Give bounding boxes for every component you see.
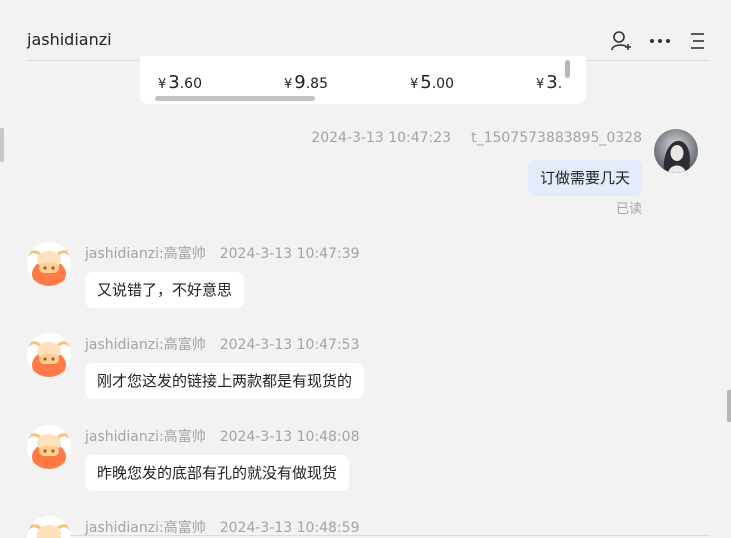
right-scrollbar-thumb[interactable] xyxy=(727,390,731,422)
more-icon[interactable] xyxy=(647,28,673,54)
product-price: ¥3. xyxy=(536,72,563,93)
message-timestamp: 2024-3-13 10:47:53 xyxy=(219,337,360,353)
composer-divider xyxy=(70,535,710,536)
chat-header: jashidianzi xyxy=(0,0,731,62)
sender-name[interactable]: t_1507573883895_0328 xyxy=(471,130,642,146)
message-timestamp: 2024-3-13 10:47:39 xyxy=(219,246,360,262)
sender-name[interactable]: jashidianzi:高富帅 xyxy=(85,520,206,536)
message-bubble[interactable]: 又说错了，不好意思 xyxy=(85,272,245,308)
message-timestamp: 2024-3-13 10:48:08 xyxy=(219,429,360,445)
sender-name[interactable]: jashidianzi:高富帅 xyxy=(85,429,206,445)
left-panel-handle[interactable] xyxy=(0,128,4,162)
menu-icon[interactable] xyxy=(684,28,710,54)
add-user-icon[interactable] xyxy=(608,28,634,54)
product-price: ¥9.85 xyxy=(284,72,328,93)
self-message-meta: 2024-3-13 10:47:23 t_1507573883895_0328 xyxy=(311,130,642,146)
avatar[interactable] xyxy=(27,516,71,538)
message-timestamp: 2024-3-13 10:48:59 xyxy=(219,520,360,536)
read-status: 已读 xyxy=(615,202,642,217)
product-price: ¥5.00 xyxy=(410,72,454,93)
sender-name[interactable]: jashidianzi:高富帅 xyxy=(85,337,206,353)
avatar[interactable] xyxy=(27,242,71,286)
message-timestamp: 2024-3-13 10:47:23 xyxy=(311,130,452,146)
sender-name[interactable]: jashidianzi:高富帅 xyxy=(85,246,206,262)
message-bubble[interactable]: 昨晚您发的底部有孔的就没有做现货 xyxy=(85,455,350,491)
price-card-horizontal-scrollbar[interactable] xyxy=(155,96,315,101)
avatar[interactable] xyxy=(27,333,71,377)
product-price-card[interactable]: ¥3.60 ¥9.85 ¥5.00 ¥3. xyxy=(140,56,586,104)
chat-title: jashidianzi xyxy=(27,30,112,49)
message-meta: jashidianzi:高富帅 2024-3-13 10:47:53 xyxy=(85,334,360,354)
product-price: ¥3.60 xyxy=(158,72,202,93)
price-card-vertical-scrollbar[interactable] xyxy=(565,60,570,78)
avatar[interactable] xyxy=(654,129,698,173)
message-meta: jashidianzi:高富帅 2024-3-13 10:48:08 xyxy=(85,426,360,446)
avatar[interactable] xyxy=(27,425,71,469)
message-bubble[interactable]: 订做需要几天 xyxy=(527,160,642,196)
message-bubble[interactable]: 刚才您这发的链接上两款都是有现货的 xyxy=(85,363,365,399)
message-meta: jashidianzi:高富帅 2024-3-13 10:47:39 xyxy=(85,243,360,263)
message-meta: jashidianzi:高富帅 2024-3-13 10:48:59 xyxy=(85,517,360,537)
